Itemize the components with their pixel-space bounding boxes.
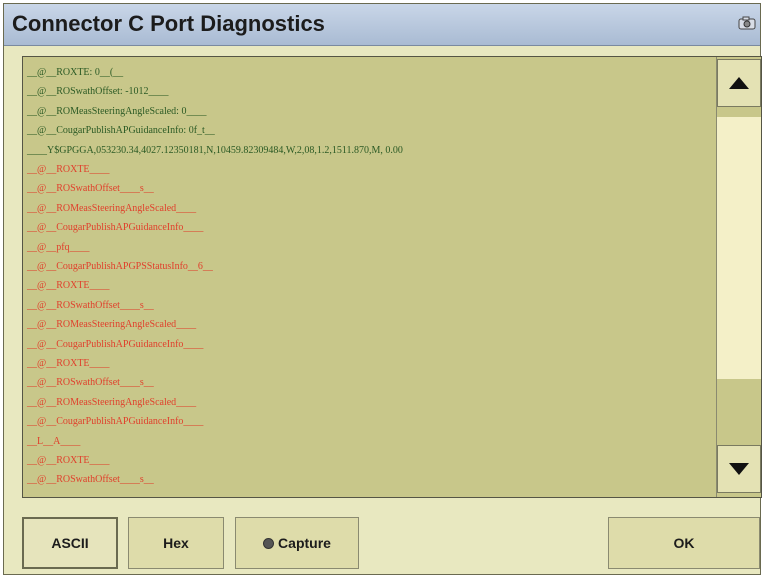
log-panel[interactable]: __@__ROXTE: 0__(__ __@__ROSwathOffset: -1… bbox=[22, 56, 762, 498]
log-line: __@__CougarPublishAPGPSStatusInfo__6__ bbox=[27, 261, 213, 272]
log-line: __@__ROSwathOffset: -1012____ bbox=[27, 86, 169, 98]
log-line: __@__CougarPublishAPGuidanceInfo____ bbox=[27, 338, 204, 350]
log-line: __@__CougarPublishAPGuidanceInfo____ bbox=[27, 222, 204, 234]
log-line: __@__ROXTE____ bbox=[27, 280, 110, 292]
ok-button-label: OK bbox=[673, 535, 695, 551]
log-line: __@__pfq____ bbox=[27, 241, 90, 253]
log-line: __@__ROMeasSteeringAngleScaled____ bbox=[27, 202, 197, 214]
log-line: __L__A____ bbox=[27, 435, 81, 447]
log-line: __@__ROSwathOffset____s__ bbox=[27, 299, 154, 311]
log-line: __@__CougarPublishAPGuidanceInfo____ bbox=[27, 416, 204, 428]
ascii-button[interactable]: ASCII bbox=[22, 517, 118, 569]
log-line: __@__ROXTE____ bbox=[27, 358, 110, 369]
log-line: __@__ROMeasSteeringAngleScaled: 0____ bbox=[27, 105, 207, 117]
scroll-down-button[interactable] bbox=[717, 445, 761, 493]
capture-button[interactable]: Capture bbox=[235, 517, 359, 569]
triangle-down-icon bbox=[729, 463, 749, 475]
scrollbar[interactable] bbox=[716, 57, 761, 497]
log-line: __@__ROSwathOffset____s__ bbox=[27, 377, 154, 389]
camera-icon[interactable] bbox=[738, 16, 756, 30]
triangle-up-icon bbox=[729, 77, 749, 89]
log-lines: __@__ROXTE: 0__(__ __@__ROSwathOffset: -1… bbox=[23, 57, 713, 497]
scroll-thumb[interactable] bbox=[717, 117, 761, 379]
log-line: __@__ROXTE____ bbox=[27, 455, 110, 466]
log-line: __@__ROMeasSteeringAngleScaled____ bbox=[27, 396, 197, 408]
log-line: __@__ROXTE: 0__(__ bbox=[27, 67, 124, 78]
scroll-up-button[interactable] bbox=[717, 59, 761, 107]
log-line: __@__CougarPublishAPGuidanceInfo: 0f_t__ bbox=[27, 125, 215, 137]
log-line: __@__ROMeasSteeringAngleScaled____ bbox=[27, 319, 197, 331]
diagnostics-window: Connector C Port Diagnostics __@__ROXTE:… bbox=[3, 3, 762, 575]
radio-indicator-icon bbox=[263, 537, 275, 549]
ascii-button-label: ASCII bbox=[51, 535, 89, 551]
title-bar: Connector C Port Diagnostics bbox=[4, 4, 760, 46]
log-line: __@__ROSwathOffset____s__ bbox=[27, 474, 154, 486]
hex-button[interactable]: Hex bbox=[128, 517, 224, 569]
window-title: Connector C Port Diagnostics bbox=[12, 11, 325, 36]
log-line: ____Y$GPGGA,053230.34,4027.12350181,N,10… bbox=[27, 144, 403, 156]
log-line: __@__ROXTE____ bbox=[27, 164, 110, 175]
log-line: __@__ROSwathOffset____s__ bbox=[27, 183, 154, 195]
hex-button-label: Hex bbox=[163, 535, 189, 551]
ok-button[interactable]: OK bbox=[608, 517, 760, 569]
capture-button-label: Capture bbox=[278, 535, 331, 551]
